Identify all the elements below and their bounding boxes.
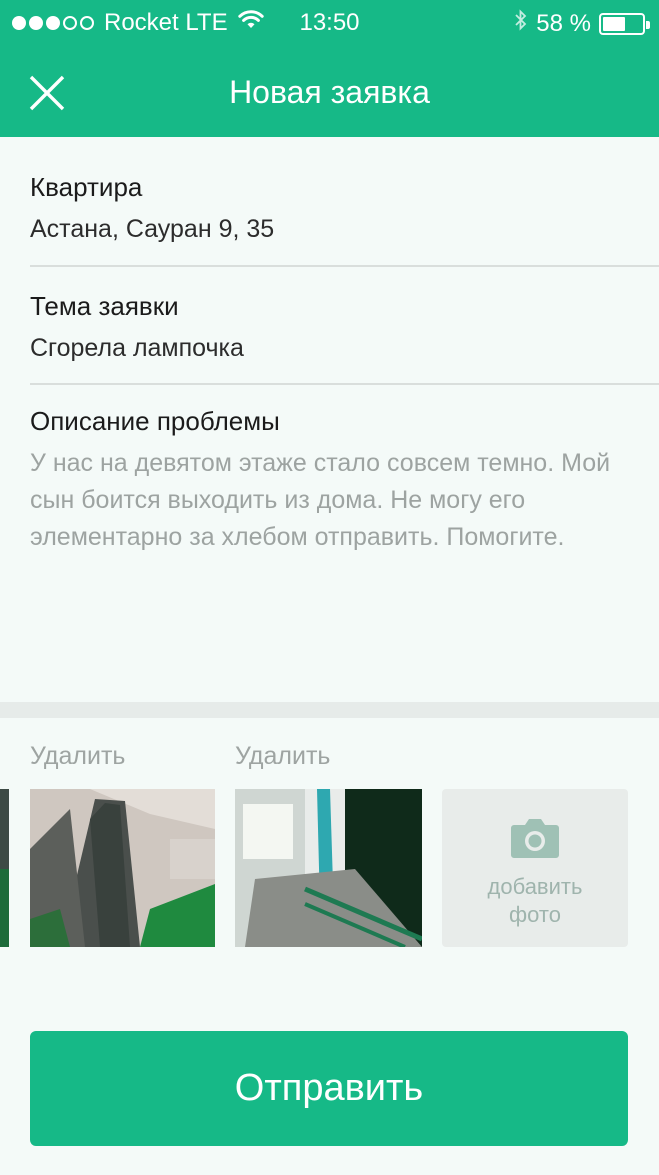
photo-thumbnail[interactable] — [235, 789, 422, 947]
apartment-field[interactable]: Квартира Астана, Сауран 9, 35 — [30, 172, 629, 244]
photos-section: Удалить Удалить добавить фото — [0, 718, 659, 1008]
photo-thumbnail[interactable] — [30, 789, 215, 947]
divider — [30, 265, 659, 267]
topic-value: Сгорела лампочка — [30, 334, 244, 362]
photo-thumbnail-partial[interactable] — [0, 789, 9, 947]
apartment-value: Астана, Сауран 9, 35 — [30, 215, 275, 243]
bluetooth-icon — [514, 9, 528, 38]
app-header: Rocket LTE 13:50 58 % Новая заявка — [0, 0, 659, 137]
delete-photo-button[interactable]: Удалить — [235, 742, 330, 771]
send-button[interactable]: Отправить — [30, 1031, 628, 1146]
description-field[interactable]: Описание проблемы У нас на девятом этаже… — [30, 406, 629, 556]
section-separator — [0, 702, 659, 718]
add-photo-label-line2: фото — [509, 902, 561, 927]
add-photo-button[interactable]: добавить фото — [442, 789, 628, 947]
camera-icon — [511, 819, 559, 858]
description-input[interactable]: У нас на девятом этаже стало совсем темн… — [30, 445, 629, 556]
page-title: Новая заявка — [229, 74, 430, 110]
battery-cap — [646, 20, 650, 29]
status-bar: Rocket LTE 13:50 58 % — [0, 0, 659, 46]
apartment-label: Квартира — [30, 172, 143, 202]
add-photo-label-line1: добавить — [487, 874, 583, 899]
topic-label: Тема заявки — [30, 291, 179, 321]
battery-percent: 58 % — [536, 9, 591, 37]
battery-icon — [599, 12, 650, 35]
description-label: Описание проблемы — [30, 406, 280, 436]
status-right: 58 % — [514, 9, 650, 38]
divider — [30, 383, 659, 385]
delete-photo-button[interactable]: Удалить — [30, 742, 125, 771]
battery-level — [603, 16, 625, 31]
topic-field[interactable]: Тема заявки Сгорела лампочка — [30, 291, 629, 363]
add-photo-label: добавить фото — [442, 873, 628, 929]
